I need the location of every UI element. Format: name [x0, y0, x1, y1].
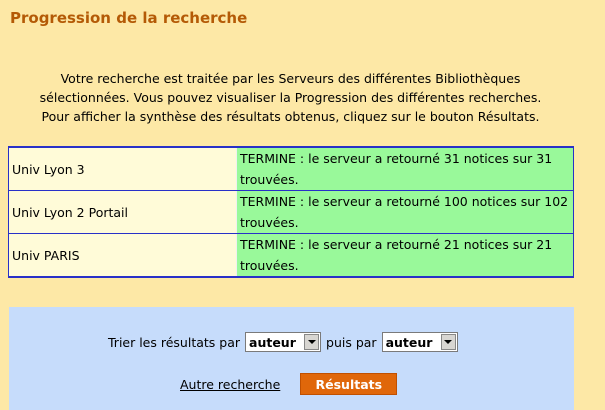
- page-title: Progression de la recherche: [10, 9, 248, 27]
- sort-second-value: auteur: [385, 334, 433, 350]
- sort-first-value: auteur: [249, 334, 296, 350]
- table-row: Univ PARIS TERMINE : le serveur a retour…: [8, 233, 574, 277]
- results-button[interactable]: Résultats: [300, 373, 398, 395]
- library-name: Univ Lyon 2 Portail: [8, 190, 237, 234]
- sort-panel: Trier les résultats par auteur puis par …: [9, 307, 574, 410]
- sort-second-select[interactable]: auteur: [381, 332, 458, 352]
- chevron-down-icon[interactable]: [304, 334, 320, 350]
- sort-row: Trier les résultats par auteur puis par …: [108, 332, 463, 352]
- chevron-down-icon[interactable]: [440, 334, 456, 350]
- progress-table: Univ Lyon 3 TERMINE : le serveur a retou…: [8, 146, 574, 278]
- library-name: Univ Lyon 3: [8, 147, 237, 191]
- table-row: Univ Lyon 3 TERMINE : le serveur a retou…: [8, 147, 574, 191]
- intro-line: Pour afficher la synthèse des résultats …: [41, 109, 540, 124]
- intro-text: Votre recherche est traitée par les Serv…: [8, 69, 573, 126]
- action-row: Autre recherche Résultats: [180, 373, 398, 395]
- sort-label: Trier les résultats par: [108, 334, 241, 350]
- sort-first-select[interactable]: auteur: [245, 332, 322, 352]
- status-message: TERMINE : le serveur a retourné 31 notic…: [236, 147, 574, 191]
- status-message: TERMINE : le serveur a retourné 100 noti…: [236, 190, 574, 234]
- intro-line: Votre recherche est traitée par les Serv…: [60, 71, 521, 86]
- intro-line: sélectionnées. Vous pouvez visualiser la…: [39, 90, 542, 105]
- table-row: Univ Lyon 2 Portail TERMINE : le serveur…: [8, 190, 574, 234]
- then-by-label: puis par: [326, 334, 377, 350]
- library-name: Univ PARIS: [8, 233, 237, 277]
- status-message: TERMINE : le serveur a retourné 21 notic…: [236, 233, 574, 277]
- new-search-link[interactable]: Autre recherche: [180, 377, 280, 392]
